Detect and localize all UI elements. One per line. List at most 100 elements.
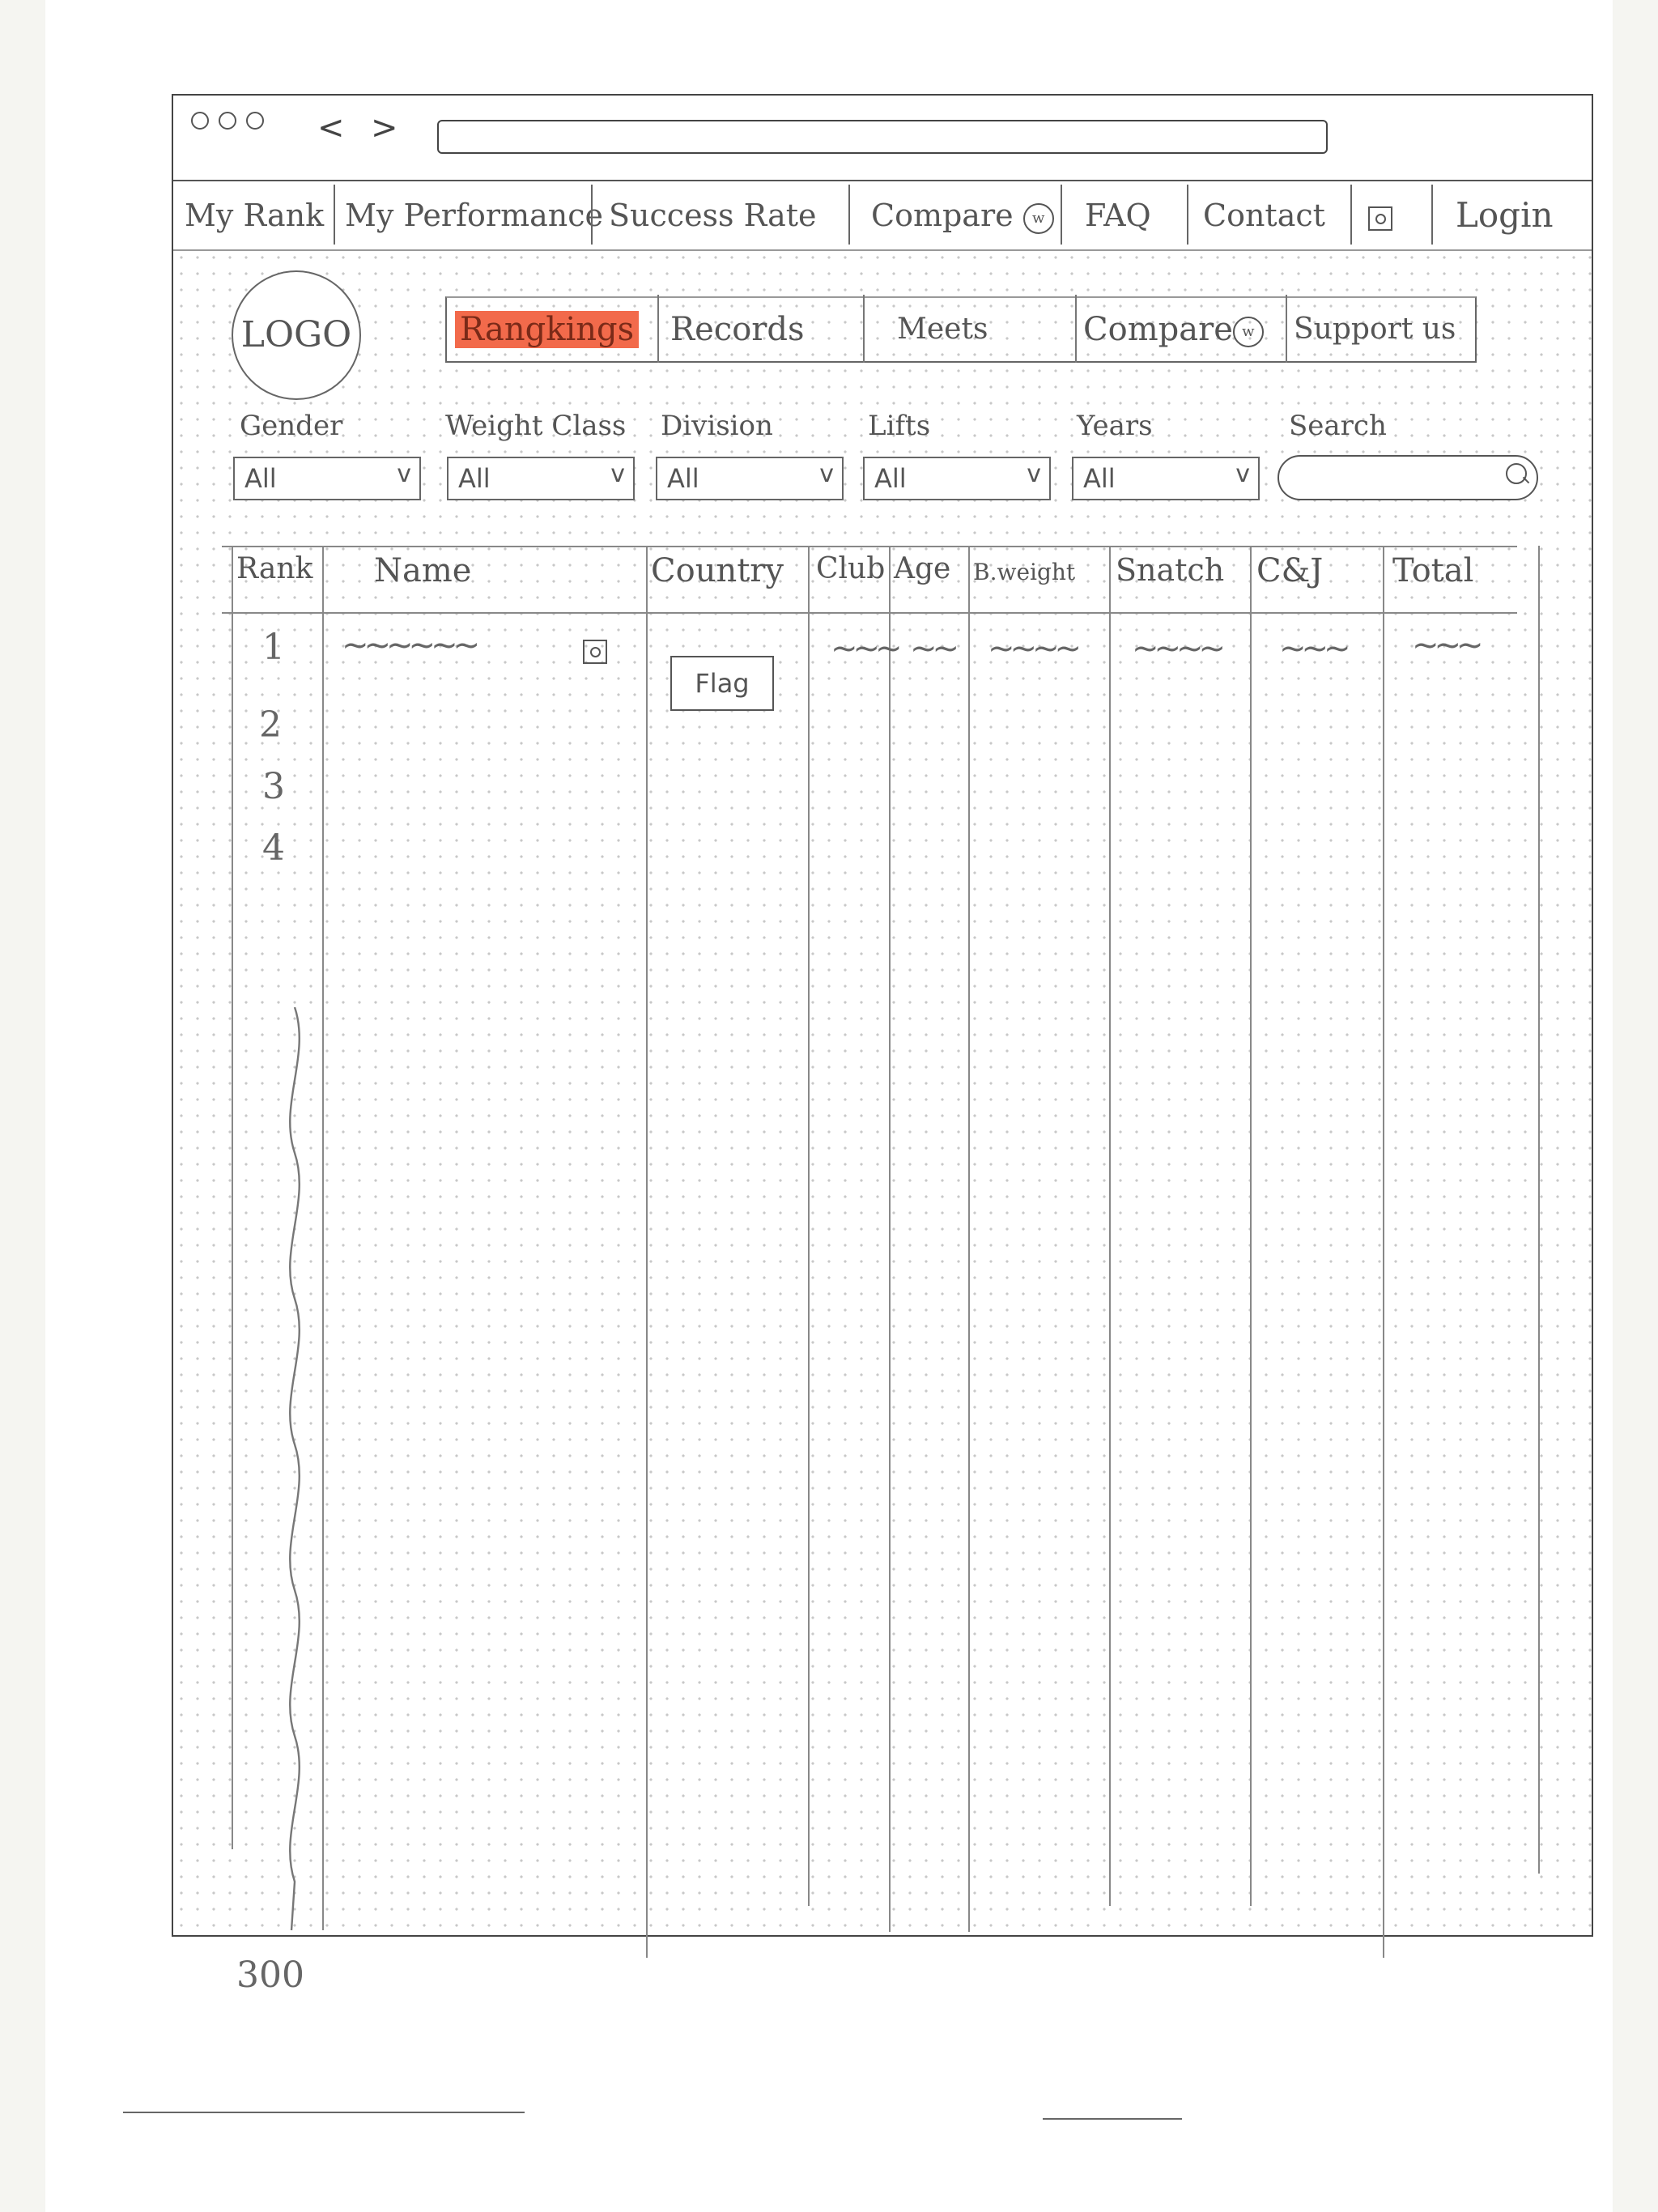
chevron-down-icon: v [397,460,411,488]
chevron-down-icon: v [819,460,834,488]
sketch-line [1043,2118,1182,2120]
tab-records[interactable]: Records [670,298,805,361]
country-flag: Flag [670,656,774,711]
nav-divider [1061,185,1062,245]
nav-compare[interactable]: Compare w [871,193,1054,238]
sketch-line [123,2112,525,2113]
tab-rankings-label: Rangkings [455,311,640,348]
athlete-photo-button[interactable] [583,640,607,664]
header-total[interactable]: Total [1392,552,1473,589]
table-top-border [222,546,1517,547]
gender-label: Gender [240,410,343,442]
tab-divider [1075,295,1077,363]
search-input[interactable] [1278,455,1538,500]
window-maximize-button[interactable] [246,112,264,130]
camera-icon [583,640,607,664]
browser-window: < > My Rank My Performance Success Rate … [172,94,1593,1996]
camera-icon [1368,206,1392,231]
rankings-table: Rank Name Country Club Age B.weight Snat… [222,546,1540,1996]
years-value: All [1083,463,1116,494]
chevron-down-icon: v [1235,460,1250,488]
snatch-placeholder-squiggle: ~~~~ [1132,630,1226,667]
compare-badge-icon: w [1022,202,1054,234]
division-label: Division [661,410,773,442]
header-age[interactable]: Age [894,552,950,585]
weight-class-label: Weight Class [445,410,627,442]
rank-cell: 4 [262,827,285,869]
nav-my-rank[interactable]: My Rank [185,193,324,238]
nav-faq[interactable]: FAQ [1085,193,1151,238]
nav-divider [1431,185,1433,245]
tab-rankings[interactable]: Rangkings [455,298,640,361]
lifts-select[interactable]: All v [863,457,1051,500]
header-cj[interactable]: C&J [1256,552,1323,589]
nav-divider [1350,185,1352,245]
age-placeholder-squiggle: ~~ [910,630,959,667]
column-divider [889,546,891,1932]
nav-divider [591,185,593,245]
lifts-value: All [874,463,907,494]
club-placeholder-squiggle: ~~~ [831,630,903,667]
column-divider [1383,546,1384,1958]
column-divider [646,546,648,1958]
logo[interactable]: LOGO [232,270,361,400]
column-divider [1250,546,1252,1906]
lifts-label: Lifts [868,410,931,442]
back-arrow-icon[interactable]: < [317,112,345,144]
address-bar[interactable] [437,120,1328,154]
total-placeholder-squiggle: ~~~ [1412,627,1484,664]
search-icon[interactable] [1506,463,1527,484]
search-label: Search [1289,410,1387,442]
nav-my-performance[interactable]: My Performance [345,193,603,238]
top-nav: My Rank My Performance Success Rate Comp… [173,181,1592,251]
header-snatch[interactable]: Snatch [1116,552,1224,588]
section-tabs: Rangkings Records Meets Compare w Support… [445,295,1477,363]
window-minimize-button[interactable] [219,112,236,130]
tab-meets[interactable]: Meets [897,298,988,361]
header-country[interactable]: Country [651,552,784,589]
cj-placeholder-squiggle: ~~~ [1279,630,1351,667]
tab-support-us[interactable]: Support us [1294,298,1456,361]
nav-contact[interactable]: Contact [1203,193,1325,238]
header-bodyweight[interactable]: B.weight [973,559,1075,585]
name-placeholder-squiggle: ~~~~~~ [342,627,480,664]
rank-cell: 1 [262,627,285,668]
weight-class-value: All [458,463,491,494]
column-divider [322,546,324,1930]
nav-divider [848,185,850,245]
chevron-down-icon: v [1027,460,1041,488]
years-label: Years [1077,410,1153,442]
nav-compare-label: Compare [871,198,1014,233]
nav-success-rate[interactable]: Success Rate [609,193,817,238]
header-rank[interactable]: Rank [236,552,312,585]
nav-divider [334,185,335,245]
chevron-down-icon: v [610,460,625,488]
division-value: All [667,463,699,494]
rank-cell: 300 [236,1955,304,1996]
gender-select[interactable]: All v [233,457,421,500]
tab-compare[interactable]: Compare w [1083,298,1264,361]
tab-divider [1286,295,1287,363]
sketch-paper: < > My Rank My Performance Success Rate … [45,0,1613,2212]
column-divider [968,546,970,1932]
weight-class-select[interactable]: All v [447,457,635,500]
division-select[interactable]: All v [656,457,844,500]
column-divider [232,546,233,1849]
nav-login[interactable]: Login [1456,193,1554,238]
compare-badge-icon: w [1232,317,1264,347]
window-close-button[interactable] [191,112,209,130]
forward-arrow-icon[interactable]: > [371,112,398,144]
camera-nav-button[interactable] [1368,193,1392,238]
header-name[interactable]: Name [374,552,471,589]
bodyweight-placeholder-squiggle: ~~~~ [988,630,1082,667]
rank-cell: 3 [262,766,285,807]
table-header-border [222,612,1517,614]
tab-compare-label: Compare [1083,311,1233,348]
header-club[interactable]: Club [816,552,885,585]
browser-chrome: < > [173,96,1592,181]
nav-divider [1187,185,1188,245]
rank-cell: 2 [259,704,282,746]
tab-divider [863,295,865,363]
gender-value: All [244,463,277,494]
years-select[interactable]: All v [1072,457,1260,500]
